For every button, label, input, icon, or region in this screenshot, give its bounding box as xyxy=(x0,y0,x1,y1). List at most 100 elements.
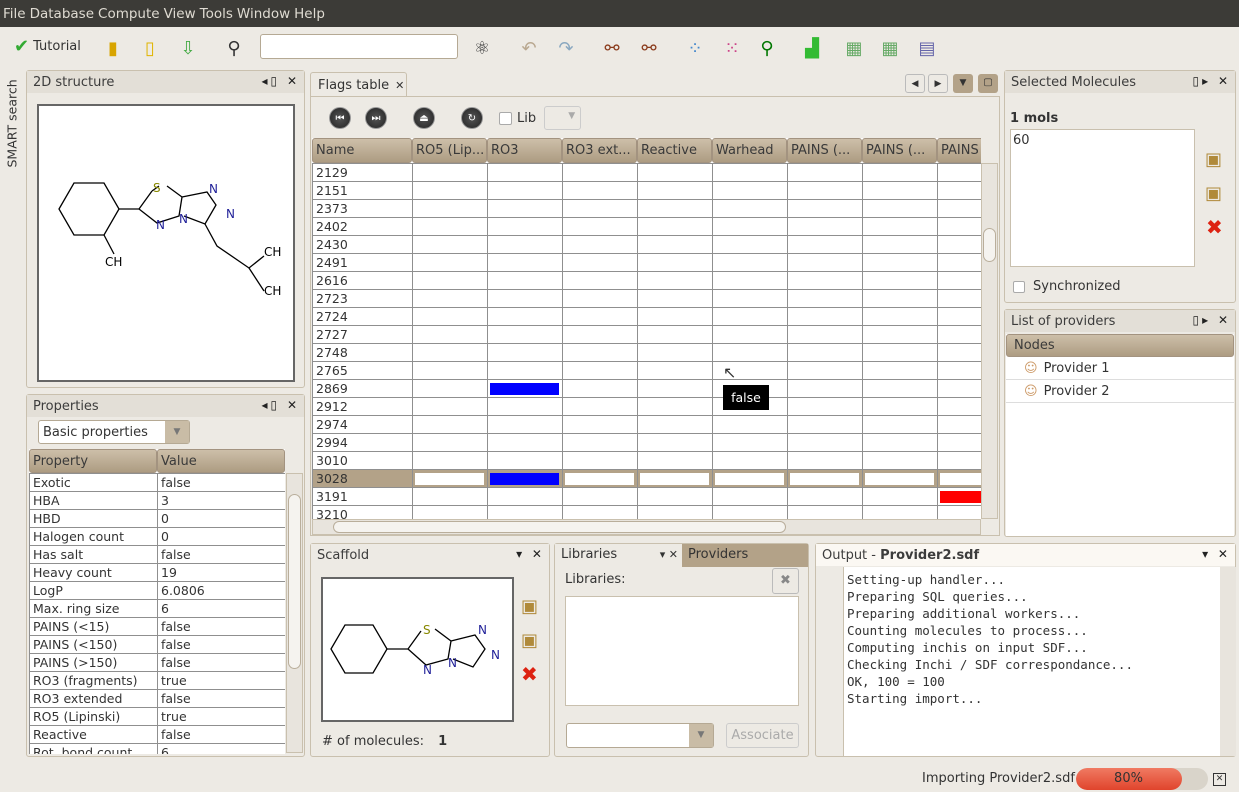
flag-cell[interactable] xyxy=(862,325,938,344)
column-header[interactable]: RO3 xyxy=(487,138,562,163)
flag-cell[interactable] xyxy=(712,199,788,218)
flag-cell[interactable] xyxy=(937,415,981,434)
flag-cell[interactable] xyxy=(637,397,713,416)
column-header[interactable]: Name xyxy=(312,138,412,163)
flag-cell[interactable] xyxy=(562,325,638,344)
flag-cell[interactable] xyxy=(787,217,863,236)
flag-cell[interactable] xyxy=(637,271,713,290)
flag-cell[interactable] xyxy=(862,343,938,362)
flag-cell[interactable] xyxy=(862,307,938,326)
panel-float-close-icons[interactable]: ◂▯ ✕ xyxy=(262,74,301,88)
flag-cell[interactable] xyxy=(787,253,863,272)
table-row[interactable]: PAINS (<15) false xyxy=(29,617,285,636)
flag-cell[interactable] xyxy=(712,325,788,344)
table-row[interactable]: 2912 xyxy=(312,397,981,416)
column-header[interactable]: RO5 (Lip... xyxy=(412,138,487,163)
import-icon[interactable]: ⇩ xyxy=(176,36,200,60)
table-row[interactable]: 3010 xyxy=(312,451,981,470)
flag-cell[interactable] xyxy=(712,163,788,182)
flag-cell[interactable] xyxy=(412,325,488,344)
table-row[interactable]: 2994 xyxy=(312,433,981,452)
panel-float-close-icons[interactable]: ▯▸ ✕ xyxy=(1193,74,1232,88)
table-row[interactable]: 2869 xyxy=(312,379,981,398)
flag-cell[interactable] xyxy=(562,199,638,218)
table-row[interactable]: PAINS (>150) false xyxy=(29,653,285,672)
flag-cell[interactable] xyxy=(487,235,563,254)
smart-search-tab[interactable]: SMART search xyxy=(0,70,22,170)
flag-cell[interactable] xyxy=(862,433,938,452)
flag-cell[interactable] xyxy=(637,217,713,236)
flag-cell[interactable] xyxy=(712,271,788,290)
flag-cell[interactable] xyxy=(487,505,563,519)
flag-cell[interactable] xyxy=(487,271,563,290)
row-name[interactable]: 2373 xyxy=(312,199,413,218)
flag-cell[interactable] xyxy=(412,361,488,380)
flag-cell[interactable] xyxy=(712,181,788,200)
flag-cell[interactable] xyxy=(862,235,938,254)
column-header[interactable]: PAINS (... xyxy=(862,138,937,163)
flag-cell[interactable] xyxy=(562,505,638,519)
flag-cell[interactable] xyxy=(487,433,563,452)
flag-cell[interactable] xyxy=(712,217,788,236)
flag-cell[interactable] xyxy=(562,343,638,362)
table-row[interactable]: 2974 xyxy=(312,415,981,434)
table-row[interactable]: 3210 xyxy=(312,505,981,519)
flag-cell[interactable] xyxy=(562,289,638,308)
flag-cell[interactable] xyxy=(637,415,713,434)
tab-providers[interactable]: Providers xyxy=(682,544,808,567)
close-icon[interactable]: ✕ xyxy=(395,79,404,92)
table-row[interactable]: PAINS (<150) false xyxy=(29,635,285,654)
table-row[interactable]: HBA 3 xyxy=(29,491,285,510)
table-flags-icon[interactable]: ▤ xyxy=(915,36,939,60)
flag-cell[interactable] xyxy=(562,307,638,326)
column-header-property[interactable]: Property xyxy=(29,449,157,473)
flag-cell[interactable] xyxy=(562,361,638,380)
menu-window[interactable]: Window xyxy=(237,6,290,22)
table-row[interactable]: Exotic false xyxy=(29,473,285,492)
flag-cell[interactable] xyxy=(787,163,863,182)
flag-cell[interactable] xyxy=(862,379,938,398)
graph-nodes-icon[interactable]: ⚲ xyxy=(755,36,779,60)
search-icon[interactable]: ⚲ xyxy=(222,36,246,60)
table-row[interactable]: Reactive false xyxy=(29,725,285,744)
flag-cell[interactable] xyxy=(487,343,563,362)
column-header[interactable]: RO3 ext... xyxy=(562,138,637,163)
flag-cell[interactable] xyxy=(637,181,713,200)
panel-float-close-icons[interactable]: ▾ ✕ xyxy=(516,547,545,561)
libraries-list[interactable] xyxy=(565,596,799,706)
output-scrollbar[interactable] xyxy=(1220,567,1236,756)
flag-cell[interactable] xyxy=(412,307,488,326)
flag-cell[interactable] xyxy=(487,487,563,506)
flag-cell[interactable] xyxy=(787,271,863,290)
row-name[interactable]: 2994 xyxy=(312,433,413,452)
row-name[interactable]: 2491 xyxy=(312,253,413,272)
open-database-icon[interactable]: ▮ xyxy=(101,36,125,60)
flag-cell[interactable] xyxy=(637,469,713,488)
flag-cell[interactable] xyxy=(487,415,563,434)
flag-cell[interactable] xyxy=(712,253,788,272)
row-name[interactable]: 2402 xyxy=(312,217,413,236)
flag-cell[interactable] xyxy=(787,325,863,344)
flag-cell[interactable] xyxy=(562,469,638,488)
flag-cell[interactable] xyxy=(937,433,981,452)
menu-view[interactable]: View xyxy=(164,6,196,22)
selected-list[interactable]: 60 xyxy=(1010,129,1195,267)
row-name[interactable]: 3191 xyxy=(312,487,413,506)
tab-libraries[interactable]: Libraries ▾ ✕ xyxy=(555,544,682,567)
flag-cell[interactable] xyxy=(862,217,938,236)
flag-cell[interactable] xyxy=(637,343,713,362)
flag-cell[interactable] xyxy=(487,379,563,398)
search-input[interactable] xyxy=(260,34,458,59)
flag-cell[interactable] xyxy=(937,181,981,200)
flag-cell[interactable] xyxy=(712,433,788,452)
table-row[interactable]: 2723 xyxy=(312,289,981,308)
horizontal-scrollbar[interactable] xyxy=(312,519,981,535)
table-row[interactable]: 2765 xyxy=(312,361,981,380)
flag-cell[interactable] xyxy=(412,235,488,254)
table-row[interactable]: 2748 xyxy=(312,343,981,362)
flag-cell[interactable] xyxy=(412,253,488,272)
table-row[interactable]: 2491 xyxy=(312,253,981,272)
flag-cell[interactable] xyxy=(712,487,788,506)
flag-cell[interactable] xyxy=(487,163,563,182)
row-name[interactable]: 2974 xyxy=(312,415,413,434)
